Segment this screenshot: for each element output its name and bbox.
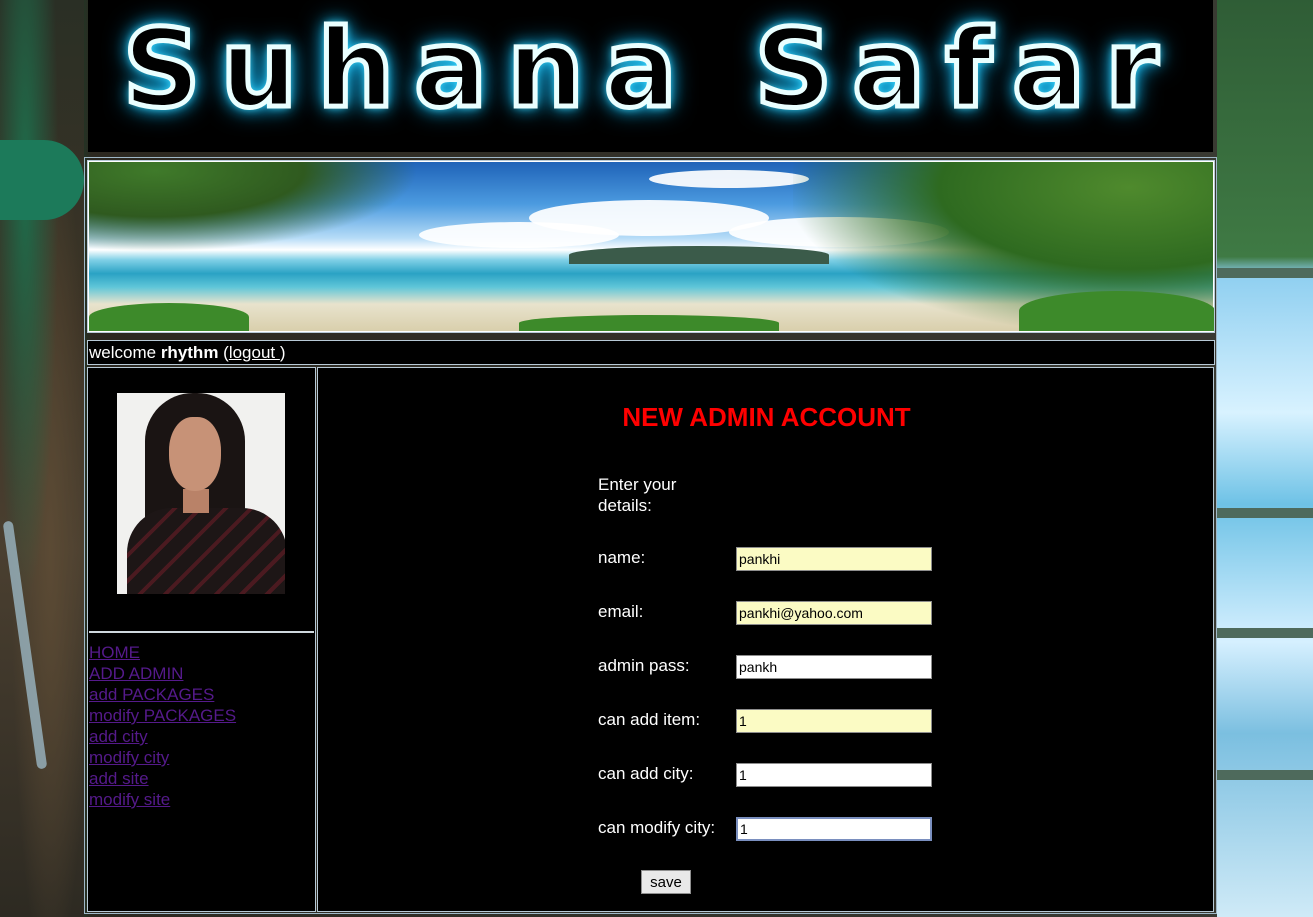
welcome-text: welcome [89,343,161,362]
palm-tree-left [89,162,419,252]
island [569,246,829,264]
nav-link-add-site[interactable]: add site [89,768,236,789]
nav-link-add-packages[interactable]: add PACKAGES [89,684,236,705]
cloud [649,170,809,188]
paren-open: ( [218,343,229,362]
logout-link[interactable]: logout [229,343,280,362]
waterfall-ledge [1217,268,1313,278]
email-input[interactable] [736,601,932,625]
paren-close: ) [279,343,286,362]
welcome-bar: welcome rhythm (logout ) [87,340,1215,365]
photo-body [127,508,285,594]
nav-link-home[interactable]: HOME [89,642,236,663]
sidebar-nav: HOME ADD ADMIN add PACKAGES modify PACKA… [89,642,236,810]
can-add-item-label: can add item: [598,710,701,729]
sidebar-divider [89,631,314,633]
page-title: NEW ADMIN ACCOUNT [622,402,911,432]
background-branch [2,520,48,770]
cloud [419,222,619,248]
nav-link-add-admin[interactable]: ADD ADMIN [89,663,236,684]
can-add-item-input[interactable] [736,709,932,733]
beach-bush [1019,291,1214,331]
profile-photo [117,393,285,594]
beach-bush [519,315,779,331]
main-content: NEW ADMIN ACCOUNT Enter your details: na… [317,367,1214,912]
nav-link-modify-site[interactable]: modify site [89,789,236,810]
admin-pass-input[interactable] [736,655,932,679]
email-label: email: [598,602,644,621]
save-button[interactable]: save [641,870,691,894]
beach-banner-image [89,162,1214,332]
photo-neck [183,489,209,513]
nav-link-modify-packages[interactable]: modify PACKAGES [89,705,236,726]
can-add-city-label: can add city: [598,764,694,783]
nav-link-add-city[interactable]: add city [89,726,236,747]
background-jungle [0,0,84,917]
waterfall-ledge [1217,770,1313,780]
photo-face [169,417,221,491]
site-logo: Suhana Safar [120,5,1179,135]
form-intro: Enter your details: [598,475,677,515]
name-label: name: [598,548,646,567]
admin-pass-label: admin pass: [598,656,690,675]
can-modify-city-label: can modify city: [598,818,716,837]
background-leaf [0,140,84,220]
can-modify-city-input[interactable] [736,817,932,841]
nav-link-modify-city[interactable]: modify city [89,747,236,768]
background-waterfall [1217,0,1313,917]
beach-bush [89,303,249,331]
sidebar: HOME ADD ADMIN add PACKAGES modify PACKA… [87,367,316,912]
can-add-city-input[interactable] [736,763,932,787]
name-input[interactable] [736,547,932,571]
username: rhythm [160,343,219,362]
waterfall-ledge [1217,628,1313,638]
header-image-cell [87,160,1215,333]
site-logo-banner: Suhana Safar [88,0,1213,152]
waterfall-ledge [1217,508,1313,518]
